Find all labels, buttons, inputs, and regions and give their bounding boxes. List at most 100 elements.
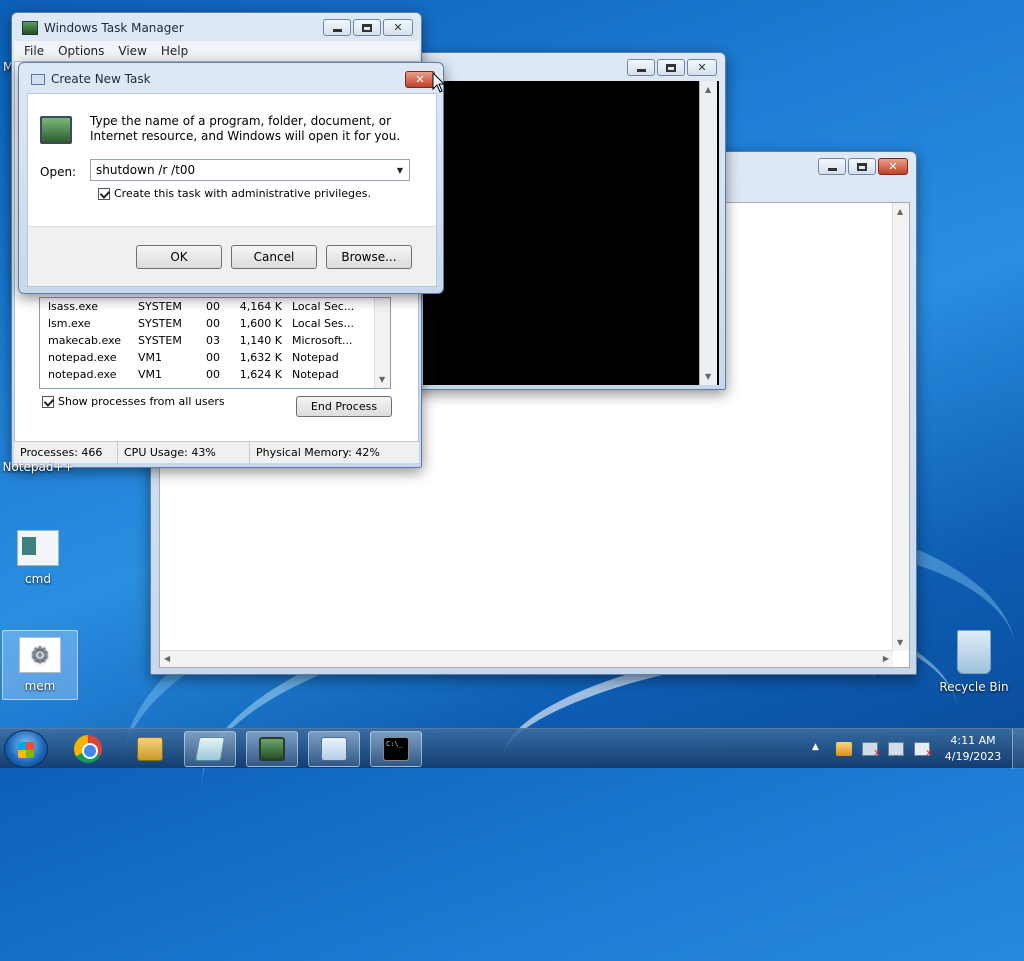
close-icon: ✕: [888, 160, 898, 173]
scroll-up-icon[interactable]: ▲: [897, 207, 903, 216]
desktop-icon-notepadpp[interactable]: Notepad++: [2, 460, 74, 474]
maximize-icon: [857, 162, 867, 171]
display-icon[interactable]: [888, 742, 904, 756]
taskbar-create-new-task[interactable]: [308, 731, 360, 767]
table-row[interactable]: lsass.exe SYSTEM 00 4,164 K Local Sec...: [40, 298, 390, 315]
show-all-processes-checkbox[interactable]: Show processes from all users: [42, 395, 225, 408]
desktop-icon-recycle-bin[interactable]: Recycle Bin: [938, 630, 1010, 694]
close-button[interactable]: ✕: [405, 71, 435, 88]
window-controls: ✕: [403, 71, 435, 88]
vertical-scrollbar[interactable]: ▲ ▼: [892, 203, 909, 651]
close-button[interactable]: ✕: [383, 19, 413, 36]
console-window[interactable]: ✕ ▲ ▼: [402, 52, 726, 390]
scroll-down-icon[interactable]: ▼: [705, 372, 711, 381]
status-bar: Processes: 466 CPU Usage: 43% Physical M…: [14, 441, 419, 463]
menu-options[interactable]: Options: [58, 44, 104, 58]
scroll-right-icon[interactable]: ▶: [883, 654, 889, 663]
taskbar: C:\_ ▲ 4:11 AM 4/19/2023: [0, 728, 1024, 769]
notepad-icon: [194, 737, 226, 761]
process-list[interactable]: lsass.exe SYSTEM 00 4,164 K Local Sec...…: [39, 297, 391, 389]
table-row[interactable]: notepad.exe VM1 00 1,632 K Notepad: [40, 349, 390, 366]
cancel-button[interactable]: Cancel: [231, 245, 317, 269]
recycle-bin-icon: [957, 630, 991, 674]
console-icon: C:\_: [383, 737, 409, 761]
process-name: lsm.exe: [48, 317, 91, 330]
ok-button[interactable]: OK: [136, 245, 222, 269]
checkbox-checked[interactable]: [98, 187, 110, 200]
process-description: Notepad: [292, 351, 339, 364]
gear-icon: ⚙: [19, 637, 61, 673]
taskbar-chrome[interactable]: [62, 731, 114, 767]
minimize-icon: [827, 167, 837, 171]
show-hidden-icons-icon[interactable]: ▲: [812, 742, 826, 756]
status-memory: Physical Memory: 42%: [256, 446, 380, 459]
chevron-down-icon[interactable]: ▼: [393, 163, 407, 177]
minimize-button[interactable]: [627, 59, 655, 76]
close-button[interactable]: ✕: [687, 59, 717, 76]
maximize-button[interactable]: [848, 158, 876, 175]
table-row[interactable]: lsm.exe SYSTEM 00 1,600 K Local Ses...: [40, 315, 390, 332]
scroll-left-icon[interactable]: ◀: [164, 654, 170, 663]
vertical-scrollbar[interactable]: ▼: [374, 298, 390, 388]
close-icon: ✕: [393, 21, 403, 34]
volume-muted-icon[interactable]: [914, 742, 933, 759]
close-button[interactable]: ✕: [878, 158, 908, 175]
run-dialog-icon: [31, 73, 45, 85]
process-user: VM1: [138, 368, 163, 381]
maximize-button[interactable]: [657, 59, 685, 76]
vertical-scrollbar[interactable]: ▲ ▼: [699, 81, 717, 385]
show-desktop-button[interactable]: [1012, 729, 1024, 769]
desktop-icon-cmd[interactable]: cmd: [2, 530, 74, 586]
console-output[interactable]: [423, 81, 719, 385]
taskbar-explorer[interactable]: [124, 731, 176, 767]
horizontal-scrollbar[interactable]: ◀ ▶: [160, 650, 893, 667]
dialog-title-text: Create New Task: [51, 72, 151, 86]
dialog-body: Type the name of a program, folder, docu…: [27, 93, 437, 287]
process-user: SYSTEM: [138, 317, 182, 330]
scroll-down-icon[interactable]: ▼: [379, 375, 385, 384]
action-center-flag-icon[interactable]: [836, 742, 852, 756]
end-process-button[interactable]: End Process: [296, 396, 392, 417]
process-cpu: 00: [206, 317, 220, 330]
taskbar-notepad[interactable]: [184, 731, 236, 767]
window-controls: ✕: [321, 19, 413, 36]
browse-button[interactable]: Browse...: [326, 245, 412, 269]
folder-icon: [137, 737, 163, 761]
create-new-task-dialog[interactable]: Create New Task ✕ Type the name of a pro…: [18, 62, 444, 294]
process-cpu: 00: [206, 351, 220, 364]
taskbar-console[interactable]: C:\_: [370, 731, 422, 767]
checkbox-checked[interactable]: [42, 395, 54, 408]
scroll-down-icon[interactable]: ▼: [897, 638, 903, 647]
menu-help[interactable]: Help: [161, 44, 188, 58]
process-cpu: 00: [206, 300, 220, 313]
process-name: notepad.exe: [48, 351, 117, 364]
taskbar-task-manager[interactable]: [246, 731, 298, 767]
table-row[interactable]: makecab.exe SYSTEM 03 1,140 K Microsoft.…: [40, 332, 390, 349]
process-description: Local Sec...: [292, 300, 355, 313]
clock[interactable]: 4:11 AM 4/19/2023: [940, 733, 1006, 765]
close-icon: ✕: [415, 73, 425, 86]
open-input-value[interactable]: shutdown /r /t00: [96, 163, 195, 177]
desktop-icon-mem[interactable]: ⚙ mem: [2, 630, 78, 700]
scroll-up-icon[interactable]: ▲: [705, 85, 711, 94]
system-tray: ▲: [812, 729, 940, 769]
desktop-icon-label: Notepad++: [2, 460, 74, 474]
start-button[interactable]: [4, 730, 48, 768]
admin-privileges-checkbox[interactable]: Create this task with administrative pri…: [98, 187, 371, 200]
task-manager-icon: [40, 116, 72, 144]
cursor-arrow-icon: [432, 72, 446, 93]
process-memory: 1,140 K: [239, 334, 282, 347]
menu-view[interactable]: View: [118, 44, 146, 58]
maximize-button[interactable]: [353, 19, 381, 36]
process-memory: 4,164 K: [239, 300, 282, 313]
menu-file[interactable]: File: [24, 44, 44, 58]
minimize-button[interactable]: [818, 158, 846, 175]
process-user: SYSTEM: [138, 334, 182, 347]
status-cpu: CPU Usage: 43%: [118, 442, 250, 463]
menu-bar: File Options View Help: [14, 41, 419, 61]
table-row[interactable]: notepad.exe VM1 00 1,624 K Notepad: [40, 366, 390, 383]
open-combobox[interactable]: shutdown /r /t00 ▼: [90, 159, 410, 181]
desktop-icon-label: cmd: [25, 572, 51, 586]
minimize-button[interactable]: [323, 19, 351, 36]
network-disconnected-icon[interactable]: [862, 742, 881, 759]
